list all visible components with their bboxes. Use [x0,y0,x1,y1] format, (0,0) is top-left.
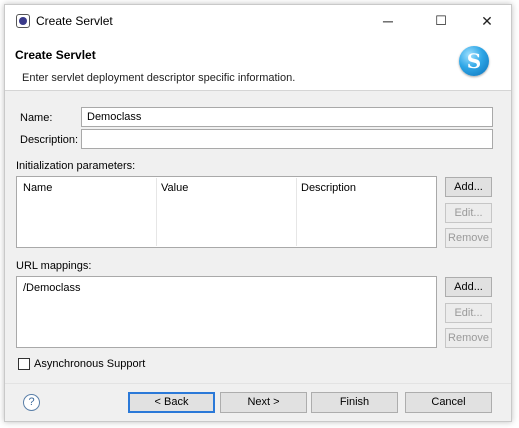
init-params-edit-button[interactable]: Edit... [445,203,492,223]
description-field[interactable] [81,129,493,149]
init-params-label: Initialization parameters: [16,160,136,172]
url-mappings-label: URL mappings: [16,260,92,272]
page-description: Enter servlet deployment descriptor spec… [22,72,296,84]
list-item[interactable]: /Democlass [23,282,80,294]
init-params-add-button[interactable]: Add... [445,177,492,197]
title-bar: Create Servlet ─ ☐ ✕ [5,5,511,36]
back-button[interactable]: < Back [128,392,215,413]
create-servlet-dialog: Create Servlet ─ ☐ ✕ Create Servlet Ente… [4,4,512,422]
url-mappings-remove-button[interactable]: Remove [445,328,492,348]
minimize-icon[interactable]: ─ [376,11,400,31]
page-title: Create Servlet [15,48,96,62]
column-header-description[interactable]: Description [301,182,356,194]
description-label: Description: [20,134,79,146]
async-support-checkbox[interactable] [18,358,30,370]
async-support-label[interactable]: Asynchronous Support [34,358,145,370]
init-params-remove-button[interactable]: Remove [445,228,492,248]
url-mappings-edit-button[interactable]: Edit... [445,303,492,323]
footer-divider [5,383,511,384]
window-title: Create Servlet [36,14,113,28]
name-field[interactable]: Democlass [81,107,493,127]
close-icon[interactable]: ✕ [475,11,499,31]
url-mappings-add-button[interactable]: Add... [445,277,492,297]
column-divider [156,178,157,246]
column-header-value[interactable]: Value [161,182,188,194]
finish-button[interactable]: Finish [311,392,398,413]
init-params-table[interactable]: Name Value Description [16,176,437,248]
eclipse-app-icon [16,14,30,28]
column-header-name[interactable]: Name [23,182,52,194]
name-label: Name: [20,112,53,124]
next-button[interactable]: Next > [220,392,307,413]
servlet-logo-icon: S [459,46,489,76]
url-mappings-list[interactable]: /Democlass [16,276,437,348]
column-divider [296,178,297,246]
cancel-button[interactable]: Cancel [405,392,492,413]
maximize-icon[interactable]: ☐ [429,11,453,31]
wizard-header: Create Servlet Enter servlet deployment … [5,36,511,91]
help-icon[interactable]: ? [23,394,40,411]
